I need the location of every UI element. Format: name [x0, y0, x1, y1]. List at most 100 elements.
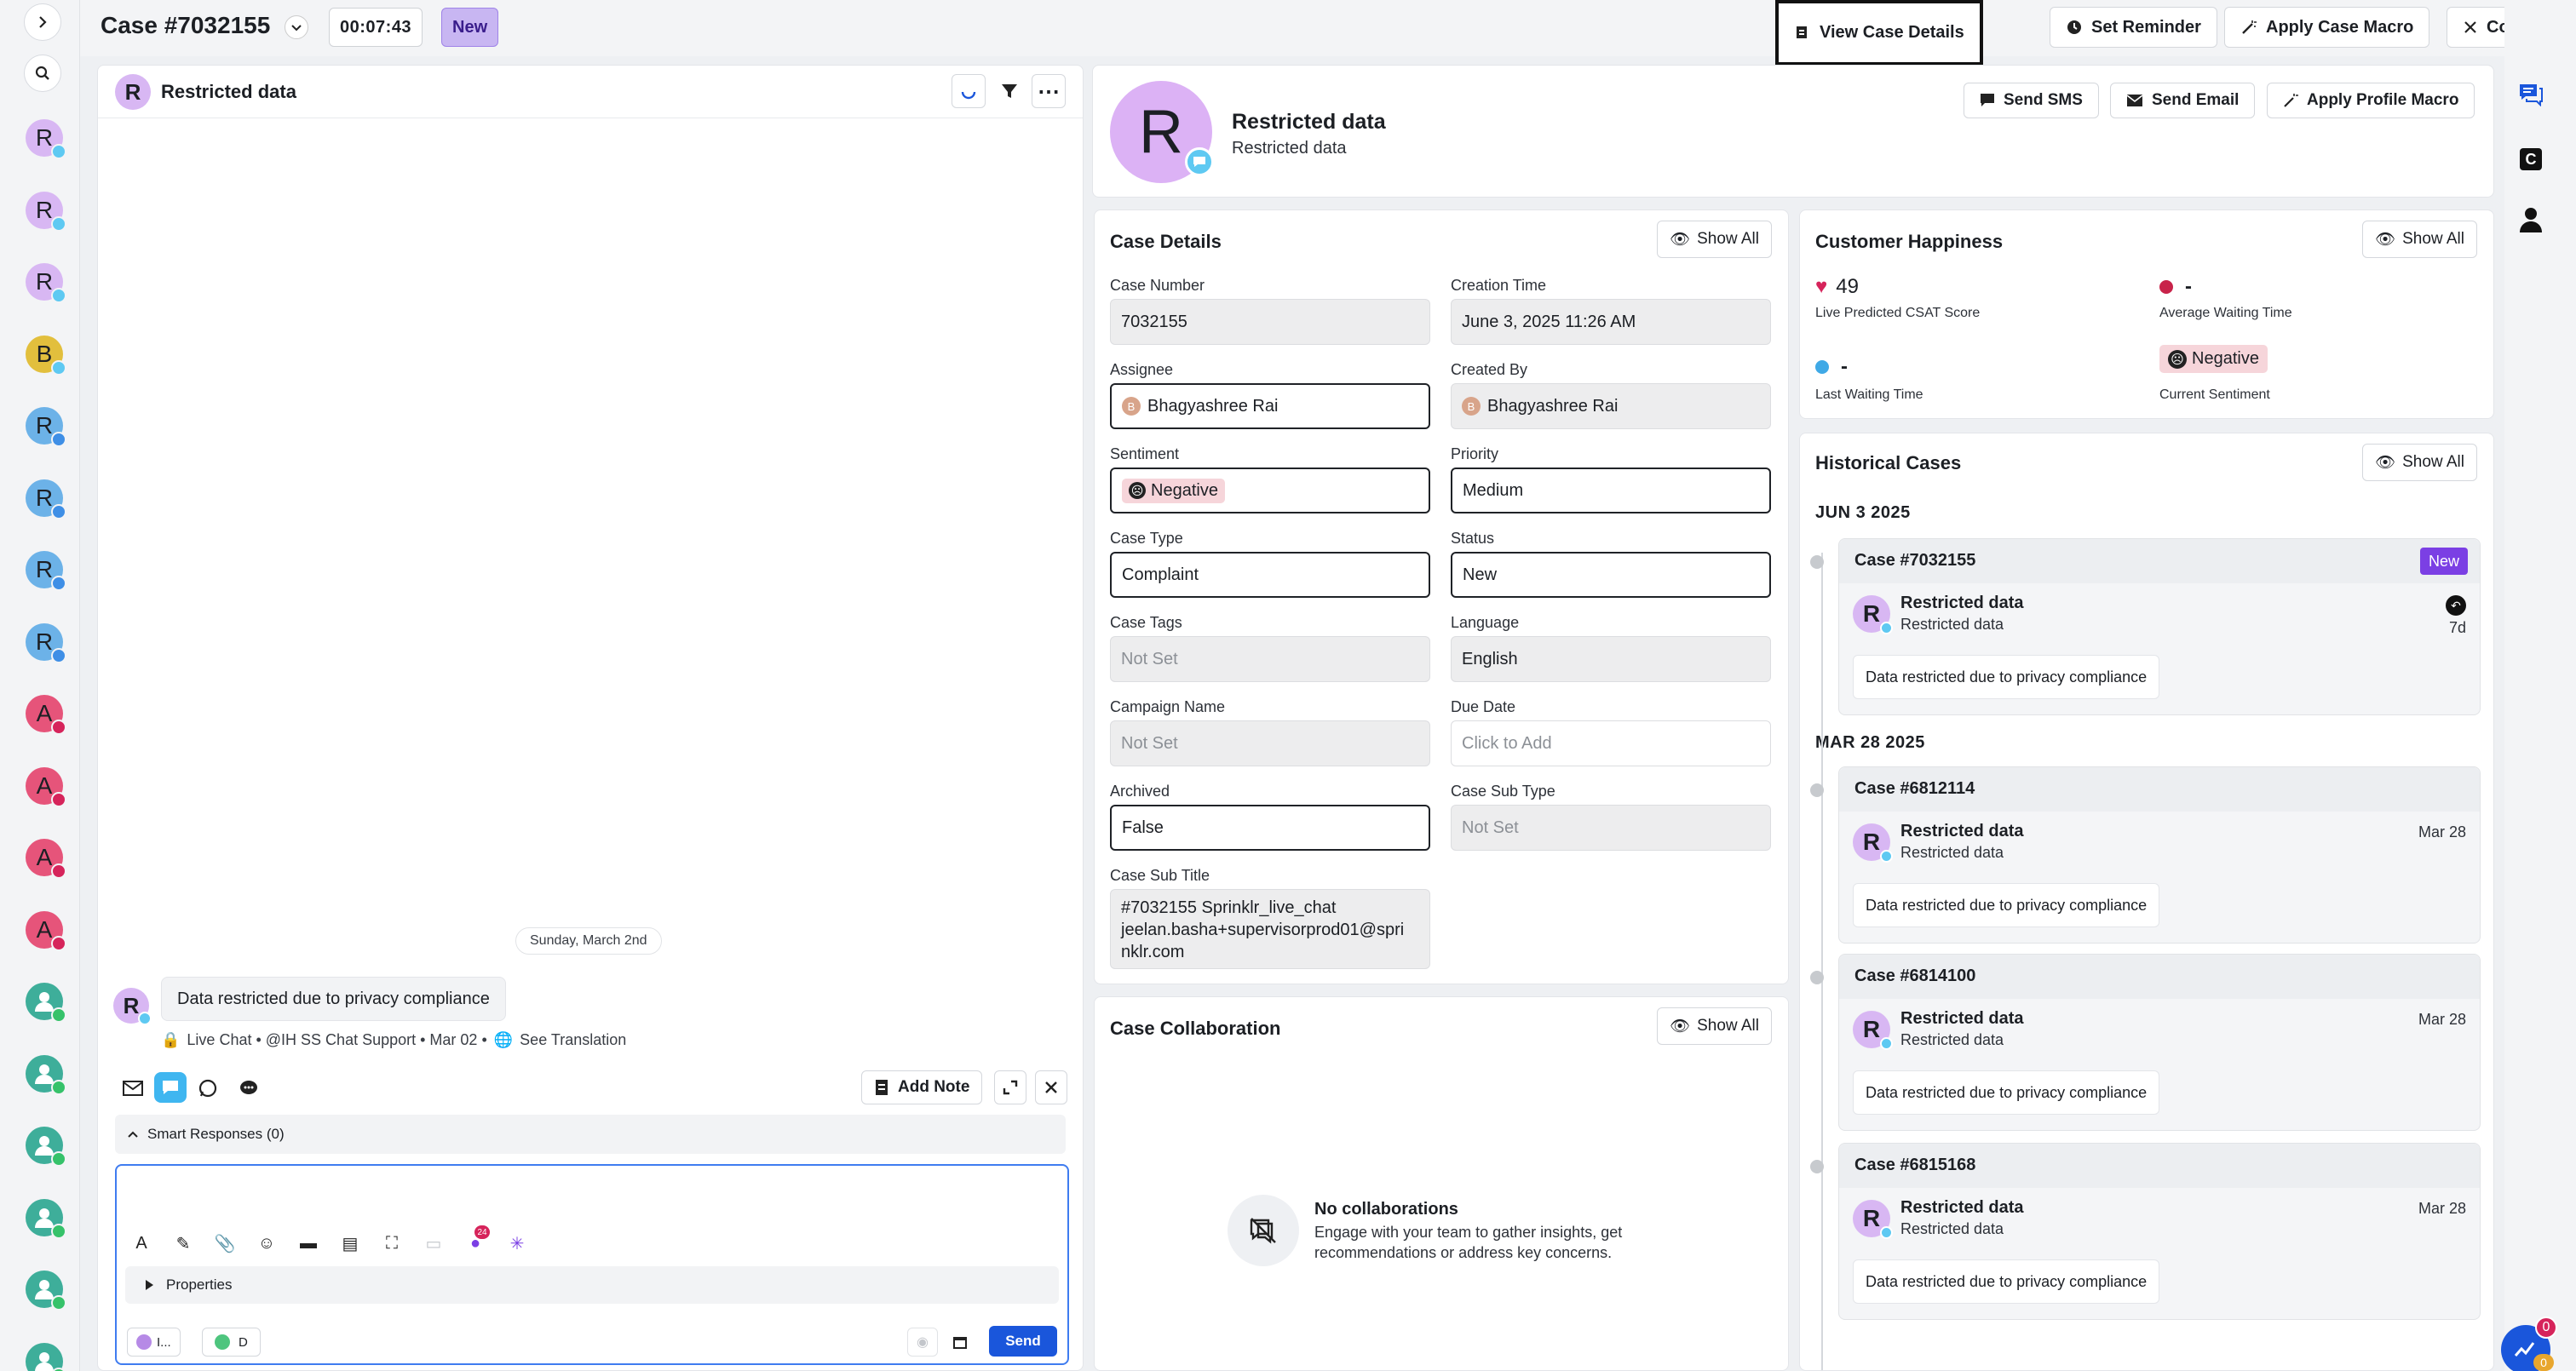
account-avatar [136, 1334, 152, 1350]
template-icon[interactable]: ▤ [337, 1230, 363, 1256]
emoji-icon[interactable]: ☺ [254, 1230, 279, 1256]
notification-badge: 24 [474, 1225, 490, 1239]
globe-icon: 🌐 [493, 1031, 514, 1048]
media-icon[interactable]: ▬ [296, 1230, 321, 1256]
historical-show-all-button[interactable]: 👁 Show All [2362, 444, 2477, 481]
person-icon [35, 1280, 54, 1299]
queue-avatar[interactable]: R [26, 551, 66, 591]
queue-avatar[interactable]: R [26, 191, 66, 232]
email-channel-button[interactable] [120, 1076, 146, 1101]
queue-avatar[interactable]: A [26, 766, 66, 807]
case-details-show-all-button[interactable]: 👁 Show All [1657, 221, 1772, 258]
queue-avatar[interactable]: R [26, 263, 66, 303]
magic-wand-icon [2242, 20, 2257, 34]
case-type-field[interactable]: Complaint [1110, 552, 1430, 598]
send-button[interactable]: Send [989, 1326, 1057, 1357]
queue-avatar[interactable] [26, 1342, 66, 1371]
case-dropdown-button[interactable] [285, 15, 308, 39]
due-date-field[interactable]: Click to Add [1451, 720, 1771, 766]
smart-responses-bar[interactable]: Smart Responses (0) [115, 1115, 1066, 1154]
queue-avatar[interactable]: R [26, 119, 66, 159]
timeline-dot [1810, 783, 1824, 797]
more-options-button[interactable]: ⋯ [1032, 74, 1066, 108]
ai-assist-icon[interactable]: ● 24 [463, 1225, 490, 1256]
gif-icon[interactable]: ▭ [421, 1230, 446, 1256]
add-note-button[interactable]: Add Note [861, 1070, 983, 1104]
set-reminder-button[interactable]: Set Reminder [2050, 7, 2217, 48]
queue-avatar[interactable]: A [26, 910, 66, 951]
customer-happiness-panel: Customer Happiness 👁 Show All ♥ 49 Live Pr… [1799, 209, 2494, 419]
assignee-label: Assignee [1110, 361, 1174, 378]
queue-avatar[interactable] [26, 983, 66, 1023]
queue-avatar[interactable]: A [26, 839, 66, 879]
notification-badge: 0 [2533, 1354, 2554, 1371]
expand-composer-button[interactable] [994, 1070, 1026, 1104]
send-email-button[interactable]: Send Email [2110, 83, 2256, 118]
queue-avatar[interactable] [26, 1271, 66, 1311]
channel-badge-icon [51, 720, 66, 735]
queue-avatar[interactable]: R [26, 479, 66, 519]
conversations-tab[interactable] [2516, 80, 2545, 109]
schedule-button[interactable] [945, 1328, 975, 1357]
mail-icon [123, 1081, 143, 1096]
assignee-field[interactable]: B Bhagyashree Rai [1110, 383, 1430, 429]
c-app-icon[interactable]: C [2520, 148, 2542, 170]
sparkle-icon[interactable]: ✳ [504, 1230, 530, 1256]
notification-badge: 0 [2535, 1317, 2557, 1339]
magic-wand-icon [2284, 94, 2298, 107]
status-field[interactable]: New [1451, 552, 1771, 598]
close-composer-button[interactable] [1035, 1070, 1067, 1104]
profile-tab[interactable] [2518, 206, 2544, 233]
historical-case-card[interactable]: Case #6815168 R Restricted data Restricted … [1838, 1143, 2481, 1320]
send-sms-button[interactable]: Send SMS [1964, 83, 2099, 118]
filter-button[interactable] [992, 74, 1026, 108]
queue-avatar[interactable]: R [26, 622, 66, 663]
send-sms-label: Send SMS [2004, 91, 2083, 109]
queue-avatar[interactable] [26, 1198, 66, 1239]
sentiment-field[interactable]: ☹ Negative [1110, 468, 1430, 513]
see-translation-link[interactable]: See Translation [520, 1031, 626, 1049]
refresh-button[interactable] [952, 74, 986, 108]
properties-toggle[interactable]: Properties [125, 1266, 1059, 1304]
chat-channel-button[interactable] [154, 1072, 187, 1103]
historical-case-card[interactable]: Case #7032155 New R Restricted data Restrict… [1838, 538, 2481, 715]
chevron-right-icon [39, 16, 47, 28]
apply-profile-macro-button[interactable]: Apply Profile Macro [2267, 83, 2475, 118]
collaboration-show-all-button[interactable]: 👁 Show All [1657, 1007, 1772, 1045]
properties-label: Properties [166, 1276, 233, 1293]
priority-field[interactable]: Medium [1451, 468, 1771, 513]
archived-label: Archived [1110, 783, 1170, 800]
campaign-name-field: Not Set [1110, 720, 1430, 766]
channel-badge-icon [51, 576, 66, 591]
queue-avatar[interactable]: A [26, 695, 66, 735]
account-chip[interactable]: I... [127, 1328, 181, 1357]
attachment-icon[interactable]: 📎 [212, 1230, 238, 1256]
avg-wait-value: - [2159, 275, 2192, 299]
queue-avatar[interactable]: B [26, 335, 66, 376]
chevron-up-icon [128, 1131, 138, 1138]
historical-case-card[interactable]: Case #6812114 R Restricted data Restricted … [1838, 766, 2481, 944]
archived-field[interactable]: False [1110, 805, 1430, 851]
conversation-title: Restricted data [161, 81, 296, 102]
historical-case-card[interactable]: Case #6814100 R Restricted data Restricted … [1838, 954, 2481, 1131]
whatsapp-icon [198, 1079, 217, 1098]
queue-avatar[interactable] [26, 1127, 66, 1167]
happiness-show-all-button[interactable]: 👁 Show All [2362, 221, 2477, 258]
search-button[interactable] [24, 54, 61, 92]
brand-chip[interactable]: D [202, 1328, 261, 1357]
message-avatar: R [113, 988, 152, 1025]
message-channel-button[interactable] [236, 1076, 262, 1101]
apply-case-macro-button[interactable]: Apply Case Macro [2224, 7, 2430, 48]
preview-button[interactable]: ◉ [907, 1328, 938, 1357]
reply-composer[interactable]: A ✎ 📎 ☺ ▬ ▤ ⛶ ▭ ● 24 ✳ Properties I... D ◉ Send [115, 1164, 1069, 1365]
text-format-icon[interactable]: A [129, 1230, 154, 1256]
edit-icon[interactable]: ✎ [170, 1230, 196, 1256]
screenshot-icon[interactable]: ⛶ [379, 1230, 405, 1256]
queue-avatar[interactable]: R [26, 407, 66, 447]
queue-avatar[interactable] [26, 1054, 66, 1095]
case-id: Case #6815168 [1854, 1156, 1976, 1174]
whatsapp-channel-button[interactable] [195, 1076, 221, 1101]
view-case-details-button[interactable]: View Case Details [1775, 0, 1983, 66]
close-icon [2464, 21, 2476, 33]
expand-rail-button[interactable] [24, 3, 61, 41]
